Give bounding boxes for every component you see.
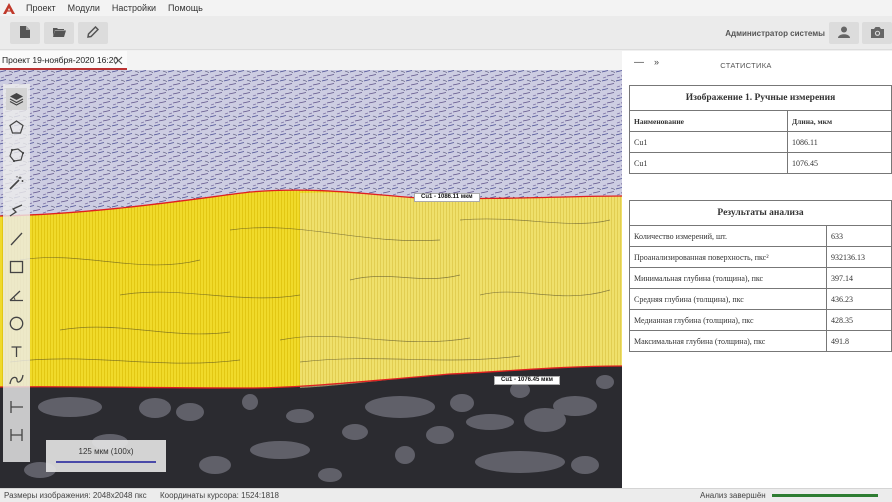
pencil-icon — [87, 25, 100, 40]
table-caption: Изображение 1. Ручные измерения — [629, 85, 892, 111]
menu-project[interactable]: Проект — [18, 0, 62, 16]
menu-bar: Проект Модули Настройки Помощь — [0, 0, 892, 16]
user-name-label: Администратор системы — [725, 29, 825, 38]
polyline-tool[interactable] — [6, 200, 27, 222]
table-cell: Проанализированная поверхность, пкс² — [629, 246, 827, 268]
menu-help[interactable]: Помощь — [162, 0, 209, 16]
folder-icon — [52, 27, 66, 39]
file-icon — [20, 26, 30, 40]
status-bar: Размеры изображения: 2048x2048 пкс Коорд… — [0, 488, 892, 502]
table-cell: 428.35 — [826, 309, 892, 331]
curve-icon — [9, 372, 24, 386]
open-folder-button[interactable] — [44, 22, 74, 44]
camera-button[interactable] — [862, 22, 892, 44]
circle-icon — [9, 316, 24, 331]
table-row[interactable]: Cu1 1086.11 — [629, 131, 892, 153]
layers-icon — [9, 92, 24, 106]
new-file-button[interactable] — [10, 22, 40, 44]
circle-tool[interactable] — [6, 312, 27, 334]
analysis-status: Анализ завершён — [700, 491, 766, 500]
table-cell: Минимальная глубина (толщина), пкс — [629, 267, 827, 289]
table-cell: 436.23 — [826, 288, 892, 310]
table-cell: 1076.45 — [787, 152, 892, 174]
measurement-label-upper[interactable]: Cu1 - 1086.11 мкм — [414, 193, 480, 202]
text-icon — [10, 345, 23, 358]
table-row[interactable]: Медианная глубина (толщина), пкс 428.35 — [629, 309, 892, 331]
analysis-progress-bar — [772, 494, 878, 497]
close-icon[interactable] — [113, 55, 124, 66]
freeform-area-tool[interactable] — [6, 144, 27, 166]
table-cell: Медианная глубина (толщина), пкс — [629, 309, 827, 331]
angle-tool[interactable] — [6, 284, 27, 306]
panel-title: СТАТИСТИКА — [720, 61, 772, 70]
table-cell: 491.8 — [826, 330, 892, 352]
image-size-status: Размеры изображения: 2048x2048 пкс — [4, 491, 147, 500]
table-cell: Средняя глубина (толщина), пкс — [629, 288, 827, 310]
table-cell: Cu1 — [629, 152, 788, 174]
scale-bar-line — [56, 461, 156, 463]
analysis-results-table: Результаты анализа Количество измерений,… — [629, 200, 892, 352]
drawing-tools-palette — [3, 84, 30, 462]
magic-wand-tool[interactable] — [6, 172, 27, 194]
app-window: Проект Модули Настройки Помощь Администр… — [0, 0, 892, 502]
table-cell: 397.14 — [826, 267, 892, 289]
edit-button[interactable] — [78, 22, 108, 44]
statistics-panel: — » СТАТИСТИКА Изображение 1. Ручные изм… — [622, 51, 892, 488]
table-header: Наименование — [629, 110, 788, 132]
line-icon — [9, 232, 24, 246]
table-row[interactable]: Минимальная глубина (толщина), пкс 397.1… — [629, 267, 892, 289]
table-header: Длина, мкм — [787, 110, 892, 132]
angle-icon — [9, 288, 24, 302]
table-cell: Cu1 — [629, 131, 788, 153]
polygon-icon — [9, 120, 24, 134]
h-dimension-icon — [9, 428, 24, 442]
table-row[interactable]: Количество измерений, шт. 633 — [629, 225, 892, 247]
document-tabs: Проект 19-ноября-2020 16:20 — [0, 51, 622, 70]
toolbar: Администратор системы — [0, 16, 892, 50]
camera-icon — [870, 26, 884, 40]
text-tool[interactable] — [6, 340, 27, 362]
user-icon — [838, 26, 850, 40]
layers-tool[interactable] — [6, 88, 27, 110]
magic-wand-icon — [9, 176, 24, 190]
manual-measurements-table: Изображение 1. Ручные измерения Наименов… — [629, 85, 892, 174]
table-caption: Результаты анализа — [629, 200, 892, 226]
scale-bar-label: 125 мкм (100x) — [78, 447, 134, 456]
curve-tool[interactable] — [6, 368, 27, 390]
table-cell: 633 — [826, 225, 892, 247]
scale-bar: 125 мкм (100x) — [46, 440, 166, 472]
cursor-coordinates-status: Координаты курсора: 1524:1818 — [160, 491, 279, 500]
image-canvas[interactable]: Cu1 - 1086.11 мкм Cu1 - 1076.45 мкм 125 … — [0, 70, 622, 488]
user-profile-button[interactable] — [829, 22, 859, 44]
thickness-measure-tool[interactable] — [6, 396, 27, 418]
micrograph-image — [0, 70, 622, 488]
table-cell: Количество измерений, шт. — [629, 225, 827, 247]
line-tool[interactable] — [6, 228, 27, 250]
table-row[interactable]: Проанализированная поверхность, пкс² 932… — [629, 246, 892, 268]
menu-modules[interactable]: Модули — [62, 0, 106, 16]
table-cell: 932136.13 — [826, 246, 892, 268]
app-logo-icon — [0, 0, 18, 16]
rectangle-tool[interactable] — [6, 256, 27, 278]
table-row[interactable]: Cu1 1076.45 — [629, 152, 892, 174]
polygon-tool[interactable] — [6, 116, 27, 138]
table-row[interactable]: Максимальная глубина (толщина), пкс 491.… — [629, 330, 892, 352]
table-row[interactable]: Средняя глубина (толщина), пкс 436.23 — [629, 288, 892, 310]
measurement-label-lower[interactable]: Cu1 - 1076.45 мкм — [494, 376, 560, 385]
tab-project[interactable]: Проект 19-ноября-2020 16:20 — [0, 51, 127, 70]
table-cell: 1086.11 — [787, 131, 892, 153]
menu-settings[interactable]: Настройки — [106, 0, 162, 16]
freeform-polygon-icon — [9, 148, 24, 162]
vertical-dimension-icon — [9, 400, 24, 414]
tab-label: Проект 19-ноября-2020 16:20 — [2, 54, 119, 65]
rectangle-icon — [9, 260, 24, 274]
polyline-icon — [9, 204, 24, 218]
table-cell: Максимальная глубина (толщина), пкс — [629, 330, 827, 352]
layer-thickness-tool[interactable] — [6, 424, 27, 446]
